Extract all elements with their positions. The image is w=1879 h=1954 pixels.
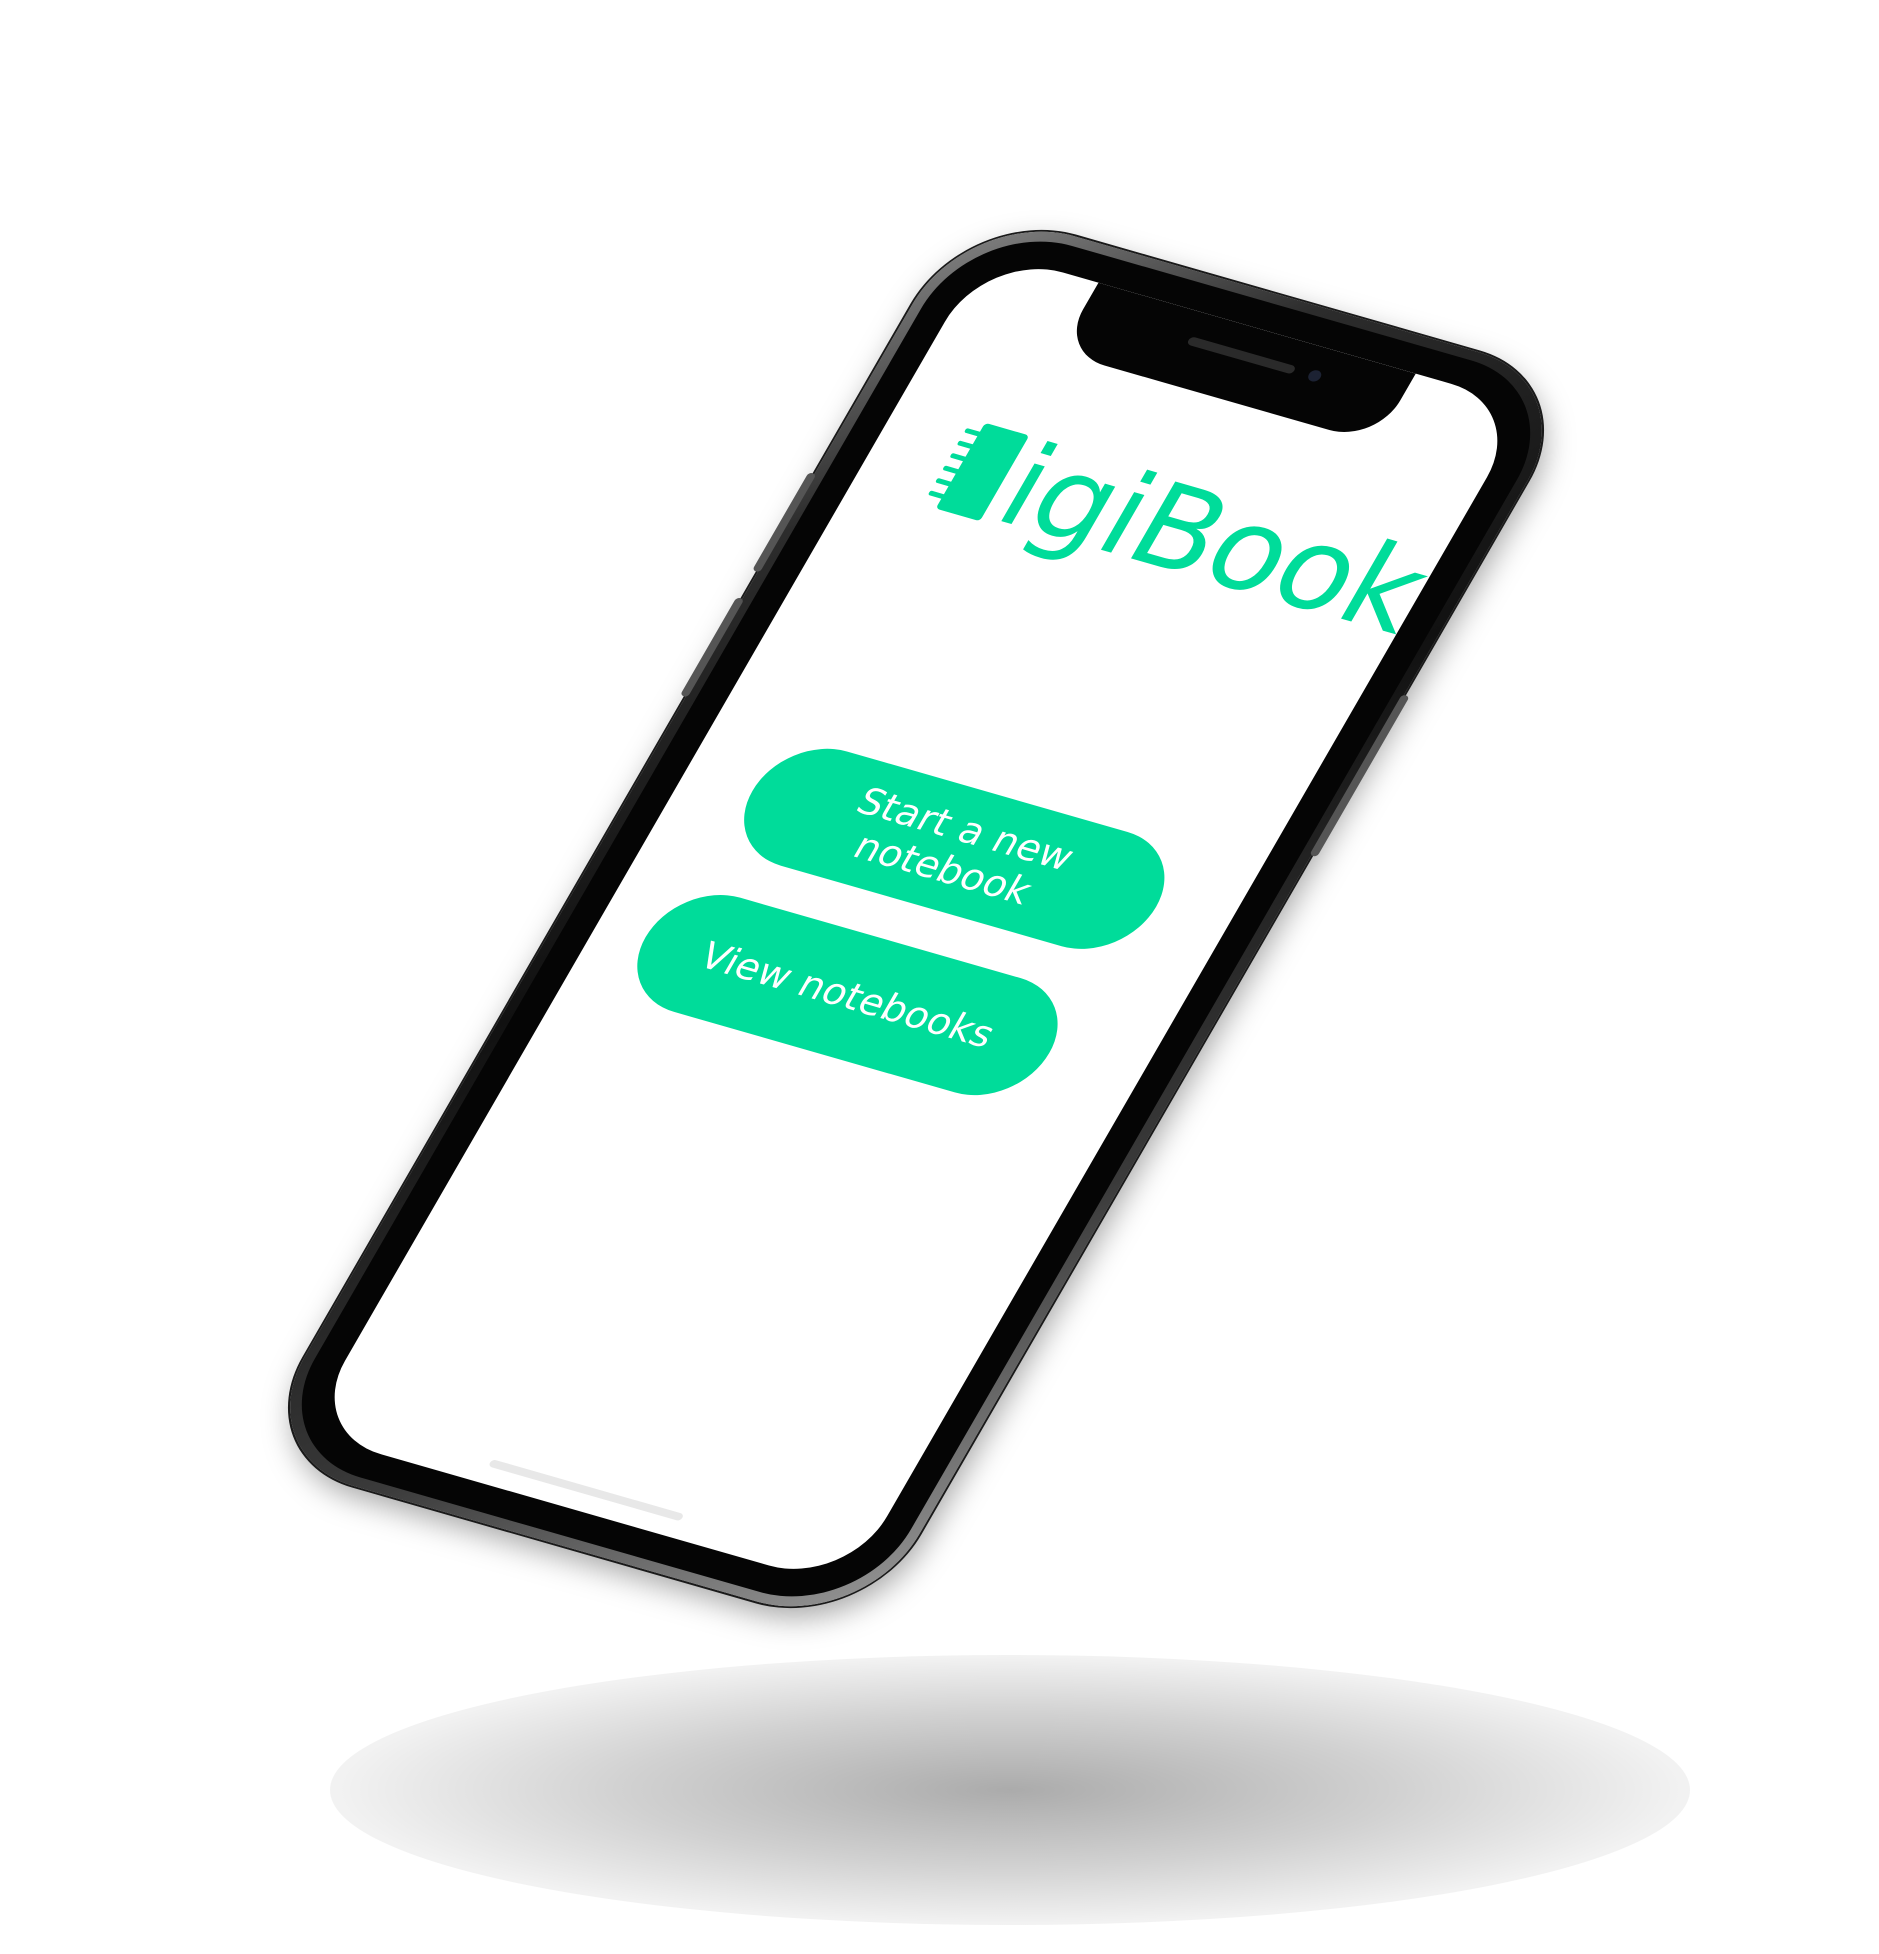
logo-wordmark: igiBook (976, 419, 1452, 659)
speaker-grille (1186, 336, 1297, 375)
phone-device: igiBook Start a new notebook View notebo… (247, 206, 1585, 1632)
app-screen: igiBook Start a new notebook View notebo… (303, 250, 1529, 1588)
front-camera-icon (1305, 368, 1324, 383)
app-logo: igiBook (909, 404, 1451, 659)
phone-floor-shadow (330, 1655, 1690, 1925)
